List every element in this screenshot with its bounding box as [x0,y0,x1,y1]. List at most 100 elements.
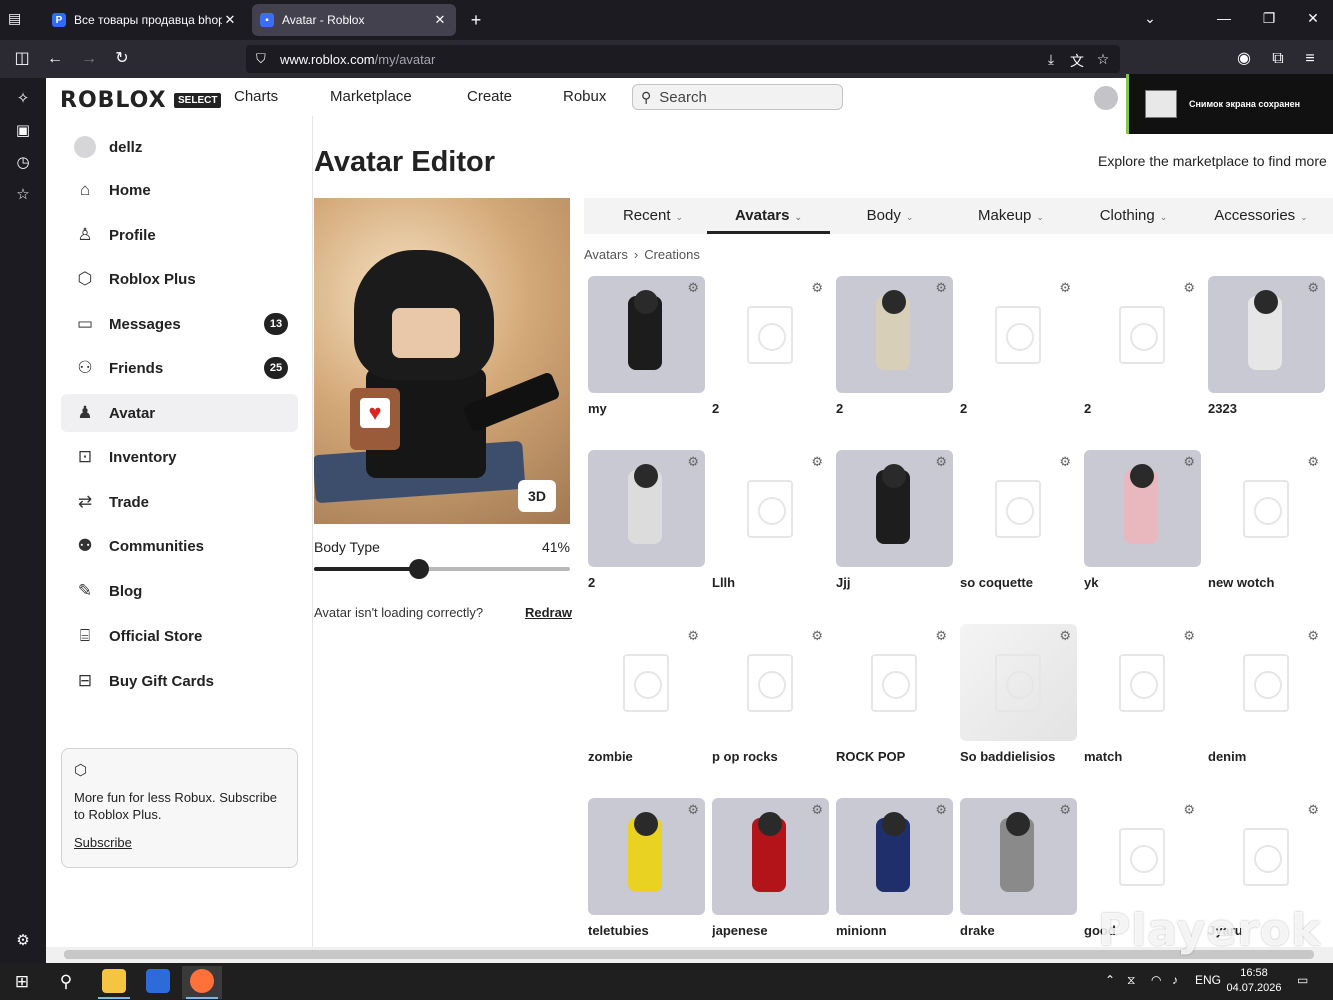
outfit-thumbnail[interactable]: ⚙ [836,798,953,915]
gear-icon[interactable]: ⚙ [811,802,823,818]
outfit-thumbnail[interactable]: ⚙ [712,798,829,915]
volume-icon[interactable]: ♪ [1172,973,1178,987]
outfit-thumbnail[interactable]: ⚙ [1208,276,1325,393]
tab-avatars[interactable]: Avatars ⌄ [707,198,830,234]
gear-icon[interactable]: ⚙ [687,802,699,818]
menu-icon[interactable]: ≡ [1299,49,1321,69]
roblox-logo[interactable]: ROBLOX [60,88,167,113]
nav-marketplace[interactable]: Marketplace [330,88,412,105]
extensions-icon[interactable]: ⧉ [1267,49,1289,69]
outfit-card[interactable]: ⚙ Jjj [836,450,954,610]
sidebar-item-home[interactable]: ⌂ Home [61,171,298,209]
install-app-icon[interactable]: ⤓ [1042,51,1060,68]
sidebar-item-profile[interactable]: ♙ Profile [61,216,298,254]
nav-charts[interactable]: Charts [234,88,278,105]
outfit-card[interactable]: ⚙ 2 [960,276,1078,436]
outfit-thumbnail[interactable]: ⚙ [1084,276,1201,393]
network-icon[interactable]: ⧖ [1127,973,1135,988]
gear-icon[interactable]: ⚙ [1307,802,1319,818]
slider-handle[interactable] [408,559,429,579]
outfit-card[interactable]: ⚙ teletubies [588,798,706,947]
gear-icon[interactable]: ⚙ [687,454,699,470]
forward-icon[interactable]: → [78,49,100,69]
outfit-thumbnail[interactable]: ⚙ [836,624,953,741]
breadcrumb-avatars[interactable]: Avatars [584,247,628,262]
windows-start-icon[interactable]: ⊞ [8,968,36,996]
tab-overflow-chevron-icon[interactable]: ⌄ [1140,10,1160,27]
gear-icon[interactable]: ⚙ [1059,802,1071,818]
gear-icon[interactable]: ⚙ [935,280,947,296]
outfit-thumbnail[interactable]: ⚙ [836,276,953,393]
search-input[interactable]: ⚲ Search [632,84,843,110]
sidebar-item-inventory[interactable]: ⊡ Inventory [61,438,298,476]
outfit-thumbnail[interactable]: ⚙ [960,798,1077,915]
nav-robux[interactable]: Robux [563,88,606,105]
outfit-card[interactable]: ⚙ denim [1208,624,1326,784]
outfit-thumbnail[interactable]: ⚙ [1208,798,1325,915]
gear-icon[interactable]: ⚙ [811,628,823,644]
outfit-card[interactable]: ⚙ minionn [836,798,954,947]
taskbar-firefox[interactable] [182,966,222,999]
taskbar-file-explorer[interactable] [94,966,134,999]
outfit-card[interactable]: ⚙ 2 [712,276,830,436]
gear-icon[interactable]: ⚙ [935,454,947,470]
url-text[interactable]: www.roblox.com/my/avatar [280,52,435,67]
tab-body[interactable]: Body ⌄ [830,198,950,234]
bookmark-star-icon[interactable]: ☆ [1094,51,1112,68]
taskbar-app[interactable] [138,966,178,999]
tray-chevron-up-icon[interactable]: ⌃ [1105,973,1115,987]
outfit-card[interactable]: ⚙ match [1084,624,1202,784]
bookmarks-icon[interactable]: ☆ [12,184,34,206]
close-tab-icon[interactable]: ✕ [432,12,448,28]
screenshot-saved-toast[interactable]: Снимок экрана сохранен [1126,74,1333,134]
outfit-thumbnail[interactable]: ⚙ [836,450,953,567]
outfit-card[interactable]: ⚙ So baddielisios [960,624,1078,784]
tab-makeup[interactable]: Makeup ⌄ [950,198,1072,234]
sidebar-toggle-icon[interactable]: ◫ [11,49,33,69]
new-tab-icon[interactable]: + [466,10,486,30]
outfit-card[interactable]: ⚙ p op rocks [712,624,830,784]
browser-tab-playerok[interactable]: P Все товары продавца bhoppe ✕ [44,4,246,36]
maximize-icon[interactable]: ❐ [1259,10,1279,27]
toggle-3d-button[interactable]: 3D [518,480,556,512]
gear-icon[interactable]: ⚙ [811,280,823,296]
outfit-card[interactable]: ⚙ 2 [588,450,706,610]
clock[interactable]: 16:58 04.07.2026 [1226,966,1282,996]
outfit-card[interactable]: ⚙ 2 [836,276,954,436]
tab-list-icon[interactable]: ▤ [8,10,28,30]
close-tab-icon[interactable]: ✕ [222,12,238,28]
gear-icon[interactable]: ⚙ [1059,628,1071,644]
sidebar-item-communities[interactable]: ⚉ Communities [61,527,298,565]
gear-icon[interactable]: ⚙ [811,454,823,470]
gear-icon[interactable]: ⚙ [1059,280,1071,296]
ai-chat-icon[interactable]: ✧ [12,88,34,110]
sidebar-item-trade[interactable]: ⇄ Trade [61,483,298,521]
close-window-icon[interactable]: ✕ [1303,10,1323,27]
gear-icon[interactable]: ⚙ [1307,454,1319,470]
tab-accessories[interactable]: Accessories ⌄ [1195,198,1327,234]
nav-create[interactable]: Create [467,88,512,105]
outfit-card[interactable]: ⚙ 2 [1084,276,1202,436]
translate-icon[interactable]: 文 [1068,51,1086,71]
outfit-card[interactable]: ⚙ my [588,276,706,436]
sidebar-item-roblox-plus[interactable]: ⬡ Roblox Plus [61,260,298,298]
outfit-thumbnail[interactable]: ⚙ [588,624,705,741]
body-type-slider[interactable] [314,559,570,579]
customize-sidebar-gear-icon[interactable]: ⚙ [12,930,34,952]
reload-icon[interactable]: ↻ [111,49,133,69]
sidebar-item-official-store[interactable]: ⌸ Official Store [61,617,298,655]
gear-icon[interactable]: ⚙ [1183,280,1195,296]
account-icon[interactable]: ◉ [1233,49,1255,69]
tab-clothing[interactable]: Clothing ⌄ [1072,198,1195,234]
outfit-thumbnail[interactable]: ⚙ [960,624,1077,741]
outfit-card[interactable]: ⚙ yk [1084,450,1202,610]
gear-icon[interactable]: ⚙ [1307,628,1319,644]
gear-icon[interactable]: ⚙ [1059,454,1071,470]
outfit-thumbnail[interactable]: ⚙ [1208,624,1325,741]
outfit-card[interactable]: ⚙ 2323 [1208,276,1326,436]
minimize-icon[interactable]: — [1214,10,1234,26]
outfit-thumbnail[interactable]: ⚙ [960,276,1077,393]
outfit-card[interactable]: ⚙ drake [960,798,1078,947]
language-indicator[interactable]: ENG [1195,973,1221,987]
outfit-card[interactable]: ⚙ japenese [712,798,830,947]
